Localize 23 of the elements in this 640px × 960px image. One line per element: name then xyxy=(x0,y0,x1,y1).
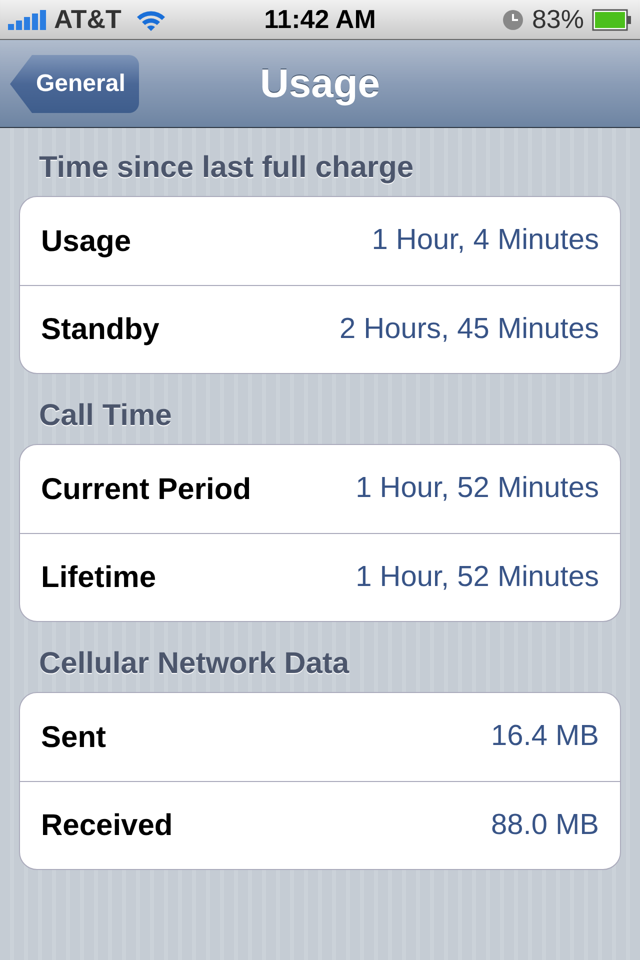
battery-percent: 83% xyxy=(532,3,584,36)
section-header: Cellular Network Data xyxy=(38,646,350,682)
row-value: 1 Hour, 4 Minutes xyxy=(372,223,599,258)
section-header: Call Time xyxy=(38,398,173,434)
row-value: 88.0 MB xyxy=(491,808,599,843)
row-label: Standby xyxy=(41,312,160,348)
row-value: 2 Hours, 45 Minutes xyxy=(339,312,599,347)
row-value: 16.4 MB xyxy=(491,719,599,754)
status-time: 11:42 AM xyxy=(264,3,376,36)
nav-title: Usage xyxy=(260,60,380,108)
row-value: 1 Hour, 52 Minutes xyxy=(356,471,599,506)
row-label: Received xyxy=(41,808,173,844)
signal-icon xyxy=(8,10,48,30)
row-value: 1 Hour, 52 Minutes xyxy=(356,560,599,595)
battery-icon xyxy=(592,8,632,30)
row-label: Lifetime xyxy=(41,560,156,596)
section-header: Time since last full charge xyxy=(38,150,415,186)
row-label: Current Period xyxy=(41,472,252,508)
carrier-name: AT&T xyxy=(54,3,122,36)
clock-icon xyxy=(502,8,524,30)
row-label: Usage xyxy=(41,224,132,260)
row-label: Sent xyxy=(41,720,106,756)
back-button[interactable]: General xyxy=(10,55,140,113)
